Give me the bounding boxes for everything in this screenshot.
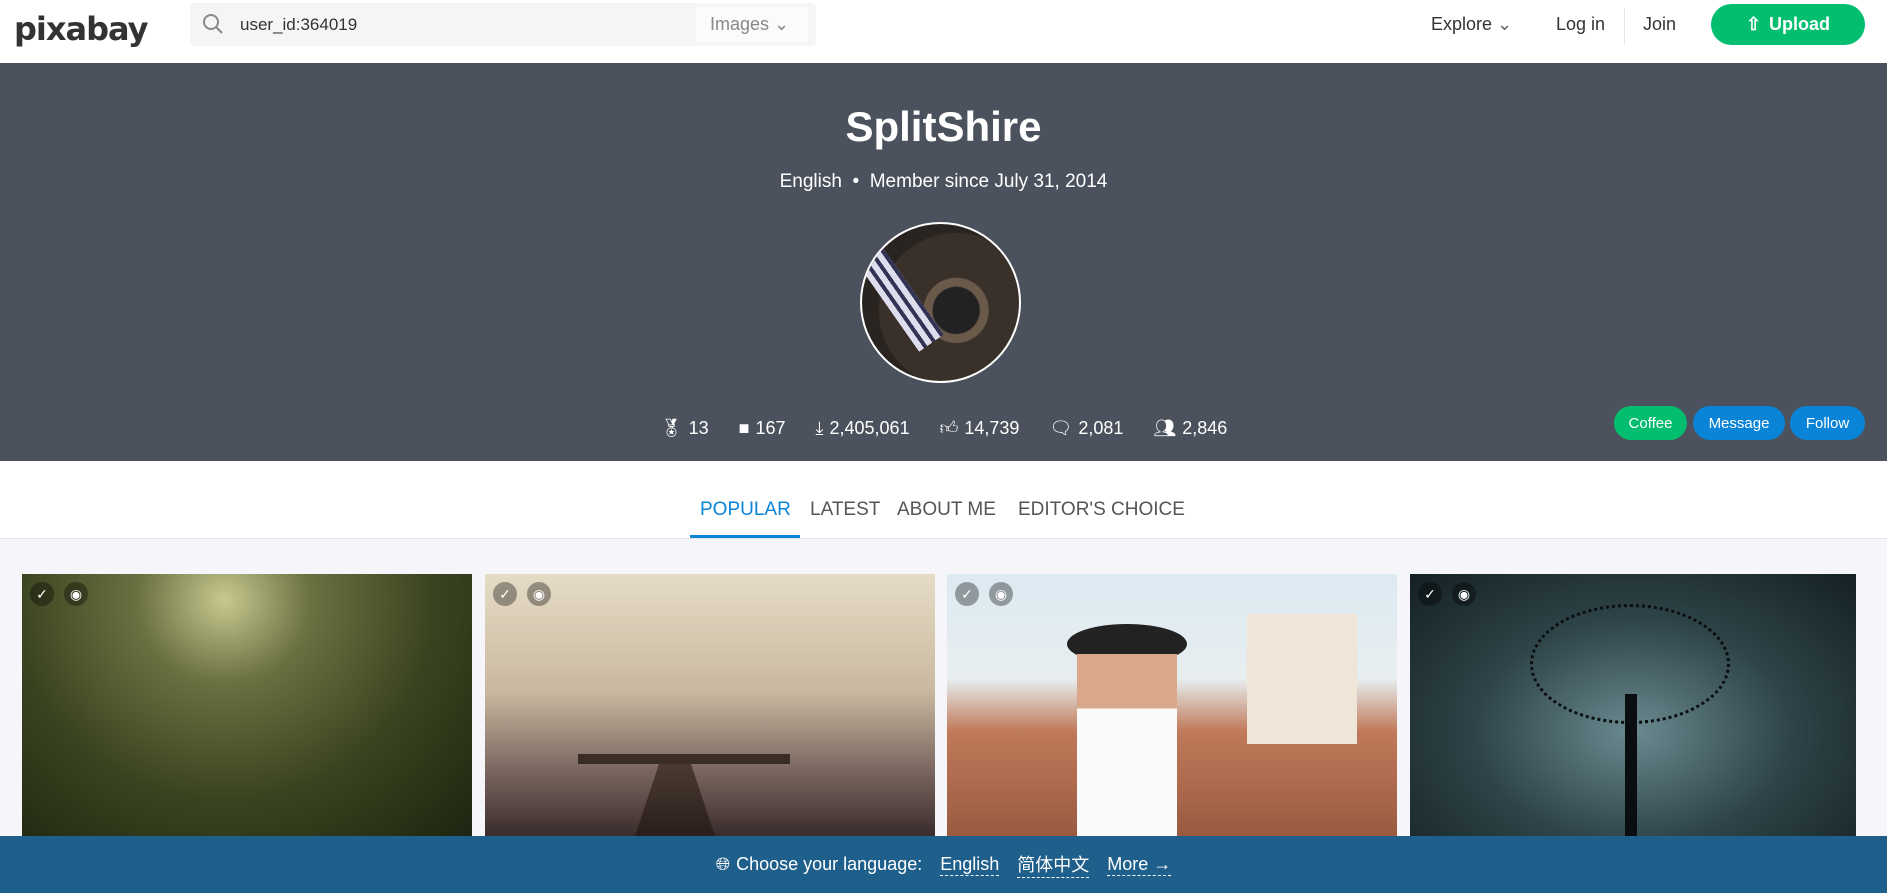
member-since: Member since July 31, 2014 <box>869 171 1108 192</box>
award-icon: ◉ <box>989 582 1013 606</box>
stat-downloads: ⤓ 2,405,061 <box>816 417 910 439</box>
upload-icon: ⇧ <box>1745 14 1762 34</box>
language: English <box>779 171 842 192</box>
stat-value: 2,405,061 <box>829 417 910 438</box>
pixabay-logo[interactable]: pixabay <box>14 10 148 48</box>
avatar <box>860 222 1021 383</box>
verified-icon: ✓ <box>493 582 517 606</box>
more-languages-link[interactable]: More → <box>1107 854 1172 876</box>
top-bar: pixabay Images ⌄ Explore ⌄ Log in Join ⇧… <box>0 0 1887 63</box>
profile-stats: 🏅︎ 13 ■ 167 ⤓ 2,405,061 👍︎ 14,739 🗨︎ 2,081 👥︎… <box>0 417 1887 439</box>
language-prompt: Choose your language: <box>736 854 923 874</box>
media-type-dropdown[interactable]: Images ⌄ <box>696 7 808 42</box>
search-input[interactable] <box>240 11 680 38</box>
thumbs-up-icon: 👍︎ <box>939 418 959 438</box>
explore-menu[interactable]: Explore ⌄ <box>1431 14 1512 35</box>
active-tab-indicator <box>690 535 800 538</box>
image-pier-fog[interactable]: ✓ ◉ <box>485 574 935 836</box>
stat-value: 2,081 <box>1078 417 1124 438</box>
coffee-button[interactable]: Coffee <box>1614 406 1687 440</box>
tab-editors-choice[interactable]: EDITOR'S CHOICE <box>1018 499 1185 521</box>
stat-likes: 👍︎ 14,739 <box>940 417 1020 439</box>
award-icon: 🏅︎ <box>659 417 683 438</box>
profile-banner: SplitShire English • Member since July 3… <box>0 63 1887 461</box>
media-type-label: Images <box>710 14 770 34</box>
tab-latest[interactable]: LATEST <box>810 499 880 521</box>
image-woman-camera[interactable]: ✓ ◉ <box>947 574 1397 836</box>
tab-popular[interactable]: POPULAR <box>700 499 791 521</box>
tab-about-me[interactable]: ABOUT ME <box>897 499 996 521</box>
profile-subtitle: English • Member since July 31, 2014 <box>779 171 1108 192</box>
image-forest-path[interactable]: ✓ ◉ <box>22 574 472 836</box>
profile-tabs: POPULAR LATEST ABOUT ME EDITOR'S CHOICE <box>0 461 1887 539</box>
login-link[interactable]: Log in <box>1556 14 1605 35</box>
verified-icon: ✓ <box>955 582 979 606</box>
language-english[interactable]: English <box>940 854 1000 876</box>
stat-value: 2,846 <box>1182 417 1228 438</box>
stat-followers: 👥︎ 2,846 <box>1153 417 1227 439</box>
language-chinese[interactable]: 简体中文 <box>1017 851 1090 878</box>
explore-label: Explore <box>1431 14 1493 34</box>
verified-icon: ✓ <box>30 582 54 606</box>
verified-icon: ✓ <box>1418 582 1442 606</box>
search-bar: Images ⌄ <box>190 3 816 46</box>
stat-value: 14,739 <box>964 417 1020 438</box>
stat-awards: 🏅︎ 13 <box>660 417 709 439</box>
upload-button[interactable]: ⇧ Upload <box>1711 4 1865 45</box>
message-button[interactable]: Message <box>1693 406 1785 440</box>
upload-label: Upload <box>1769 14 1831 34</box>
image-icon: ■ <box>738 417 750 438</box>
stat-value: 167 <box>755 417 786 438</box>
stat-value: 13 <box>688 417 709 438</box>
download-icon: ⤓ <box>815 417 824 438</box>
award-icon: ◉ <box>527 582 551 606</box>
chevron-down-icon: ⌄ <box>1497 14 1513 34</box>
followers-icon: 👥︎ <box>1153 417 1177 438</box>
join-link[interactable]: Join <box>1643 14 1676 35</box>
stat-comments: 🗨︎ 2,081 <box>1049 417 1123 439</box>
award-icon: ◉ <box>64 582 88 606</box>
divider <box>1624 8 1625 44</box>
chevron-down-icon: ⌄ <box>774 14 790 34</box>
image-bare-tree[interactable]: ✓ ◉ <box>1410 574 1856 836</box>
profile-name: SplitShire <box>845 103 1042 150</box>
stat-images: ■ 167 <box>739 417 786 439</box>
award-icon: ◉ <box>1452 582 1476 606</box>
search-icon[interactable] <box>202 13 224 35</box>
comment-icon: 🗨︎ <box>1049 417 1073 438</box>
globe-icon: 🌐︎ <box>715 854 731 874</box>
follow-button[interactable]: Follow <box>1790 406 1865 440</box>
language-bar: 🌐︎ Choose your language: English 简体中文 Mo… <box>0 836 1887 893</box>
